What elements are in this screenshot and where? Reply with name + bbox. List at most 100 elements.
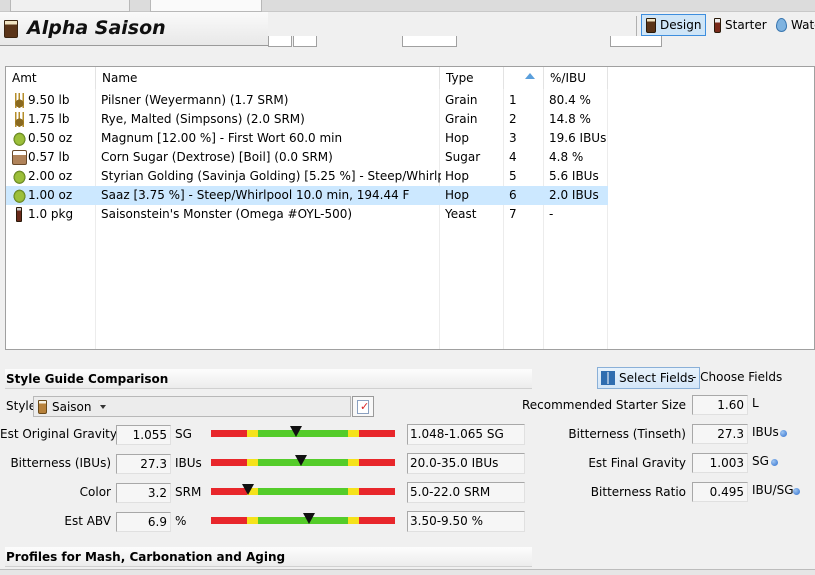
ingredient-order: 1 xyxy=(509,93,517,107)
field-unit: SG xyxy=(752,454,769,468)
water-view-button[interactable]: Wate xyxy=(772,14,815,36)
param-unit: SG xyxy=(175,427,192,441)
design-view-label: Design xyxy=(660,18,702,32)
ingredient-name: Saisonstein's Monster (Omega #OYL-500) xyxy=(101,207,353,221)
info-icon[interactable] xyxy=(793,488,800,495)
table-row[interactable]: 0.57 lb Corn Sugar (Dextrose) [Boil] (0.… xyxy=(6,148,608,167)
starter-view-label: Starter xyxy=(725,18,767,32)
ingredient-amount-value: 1.00 oz xyxy=(28,188,73,202)
ingredient-name: Saaz [3.75 %] - Steep/Whirlpool 10.0 min… xyxy=(101,188,410,202)
ingredient-percent-ibu: 2.0 IBUs xyxy=(549,188,599,202)
style-range-value: 3.50-9.50 % xyxy=(407,511,525,532)
header-field[interactable] xyxy=(402,36,457,47)
ingredient-name: Styrian Golding (Savinja Golding) [5.25 … xyxy=(101,169,441,183)
style-range-value: 1.048-1.065 SG xyxy=(407,424,525,445)
ingredient-type: Sugar xyxy=(445,150,481,164)
recipe-title: Alpha Saison xyxy=(27,17,166,39)
column-header-name[interactable]: Name xyxy=(96,67,440,89)
top-tab[interactable] xyxy=(10,0,130,12)
ingredient-order: 4 xyxy=(509,150,517,164)
water-view-label: Wate xyxy=(791,18,815,32)
hop-icon xyxy=(12,169,27,184)
ingredient-amount-value: 2.00 oz xyxy=(28,169,73,183)
design-view-button[interactable]: Design xyxy=(641,14,707,36)
sugar-icon xyxy=(12,150,27,165)
style-range-bar xyxy=(211,513,395,524)
header-button[interactable] xyxy=(293,36,317,47)
ingredient-percent-ibu: 19.6 IBUs xyxy=(549,131,607,145)
table-row-selected[interactable]: 1.00 oz Saaz [3.75 %] - Steep/Whirlpool … xyxy=(6,186,608,205)
ingredient-percent-ibu: - xyxy=(549,207,554,221)
ingredient-name: Corn Sugar (Dextrose) [Boil] (0.0 SRM) xyxy=(101,150,333,164)
select-fields-icon xyxy=(601,371,615,385)
ingredient-order: 7 xyxy=(509,207,517,221)
ingredient-amount-value: 0.50 oz xyxy=(28,131,73,145)
beer-glass-icon xyxy=(646,17,656,33)
column-header-ibu[interactable]: %/IBU xyxy=(544,67,608,89)
field-label: Bitterness Ratio xyxy=(590,485,686,499)
ingredient-percent-ibu: 80.4 % xyxy=(549,93,591,107)
checkmark-icon: ✓ xyxy=(360,400,370,413)
profiles-section-title: Profiles for Mash, Carbonation and Aging xyxy=(5,547,532,567)
ingredient-amount: 1.00 oz xyxy=(12,186,97,205)
ingredient-name: Magnum [12.00 %] - First Wort 60.0 min xyxy=(101,131,343,145)
column-header-type[interactable]: Type xyxy=(440,67,504,89)
style-range-value: 5.0-22.0 SRM xyxy=(407,482,525,503)
ingredient-type: Hop xyxy=(445,188,469,202)
param-unit: % xyxy=(175,514,187,528)
ingredient-amount-value: 1.0 pkg xyxy=(28,207,74,221)
grain-icon xyxy=(12,112,27,127)
style-select[interactable]: Saison xyxy=(33,396,351,417)
ingredient-amount: 1.75 lb xyxy=(12,110,97,129)
style-label: Style xyxy=(6,399,37,413)
ingredient-amount-value: 9.50 lb xyxy=(28,93,70,107)
table-row[interactable]: 2.00 oz Styrian Golding (Savinja Golding… xyxy=(6,167,608,186)
hop-icon xyxy=(12,188,27,203)
range-marker xyxy=(241,484,254,495)
field-value: 1.60 xyxy=(692,395,748,415)
field-label: Recommended Starter Size xyxy=(522,398,686,412)
field-label: Est Final Gravity xyxy=(588,456,686,470)
ingredient-type: Grain xyxy=(445,112,478,126)
bottom-strip xyxy=(0,569,815,575)
chevron-down-icon xyxy=(99,404,106,409)
yeast-vial-icon xyxy=(16,207,22,222)
param-label: Bitterness (IBUs) xyxy=(10,456,111,470)
table-row[interactable]: 1.0 pkg Saisonstein's Monster (Omega #OY… xyxy=(6,205,608,224)
edit-style-button[interactable]: ✓ xyxy=(352,396,374,417)
ingredient-percent-ibu: 5.6 IBUs xyxy=(549,169,599,183)
param-value: 1.055 xyxy=(116,425,171,445)
top-tab-strip xyxy=(0,0,815,12)
ingredient-amount: 9.50 lb xyxy=(12,91,97,110)
param-value: 6.9 xyxy=(116,512,171,532)
range-marker xyxy=(302,513,315,524)
range-marker xyxy=(289,426,302,437)
top-tab-active[interactable] xyxy=(150,0,262,12)
water-drop-icon xyxy=(776,18,787,32)
ingredient-order: 6 xyxy=(509,188,517,202)
ingredient-type: Hop xyxy=(445,131,469,145)
recipe-title-bar: Alpha Saison xyxy=(0,12,268,46)
column-header-order[interactable] xyxy=(504,67,544,89)
column-header-amt[interactable]: Amt xyxy=(6,67,96,89)
beer-glass-icon xyxy=(4,20,18,38)
ingredient-order: 2 xyxy=(509,112,517,126)
ingredient-amount: 2.00 oz xyxy=(12,167,97,186)
select-fields-button[interactable]: Select Fields xyxy=(597,367,700,389)
starter-view-button[interactable]: Starter xyxy=(710,14,771,36)
info-icon[interactable] xyxy=(780,430,787,437)
beer-glass-icon xyxy=(38,399,47,414)
field-unit: IBU/SG xyxy=(752,483,794,497)
field-label: Bitterness (Tinseth) xyxy=(568,427,686,441)
header-button[interactable] xyxy=(268,36,292,47)
toolbar-separator xyxy=(636,16,637,36)
param-unit: SRM xyxy=(175,485,202,499)
style-guide-section-title: Style Guide Comparison xyxy=(5,369,532,389)
ingredients-table[interactable]: Amt Name Type %/IBU 9.50 lb Pilsner (Wey… xyxy=(5,66,815,350)
header-field[interactable] xyxy=(610,36,662,47)
table-row[interactable]: 9.50 lb Pilsner (Weyermann) (1.7 SRM) Gr… xyxy=(6,91,608,110)
table-row[interactable]: 0.50 oz Magnum [12.00 %] - First Wort 60… xyxy=(6,129,608,148)
info-icon[interactable] xyxy=(771,459,778,466)
table-row[interactable]: 1.75 lb Rye, Malted (Simpsons) (2.0 SRM)… xyxy=(6,110,608,129)
param-label: Est ABV xyxy=(64,514,111,528)
